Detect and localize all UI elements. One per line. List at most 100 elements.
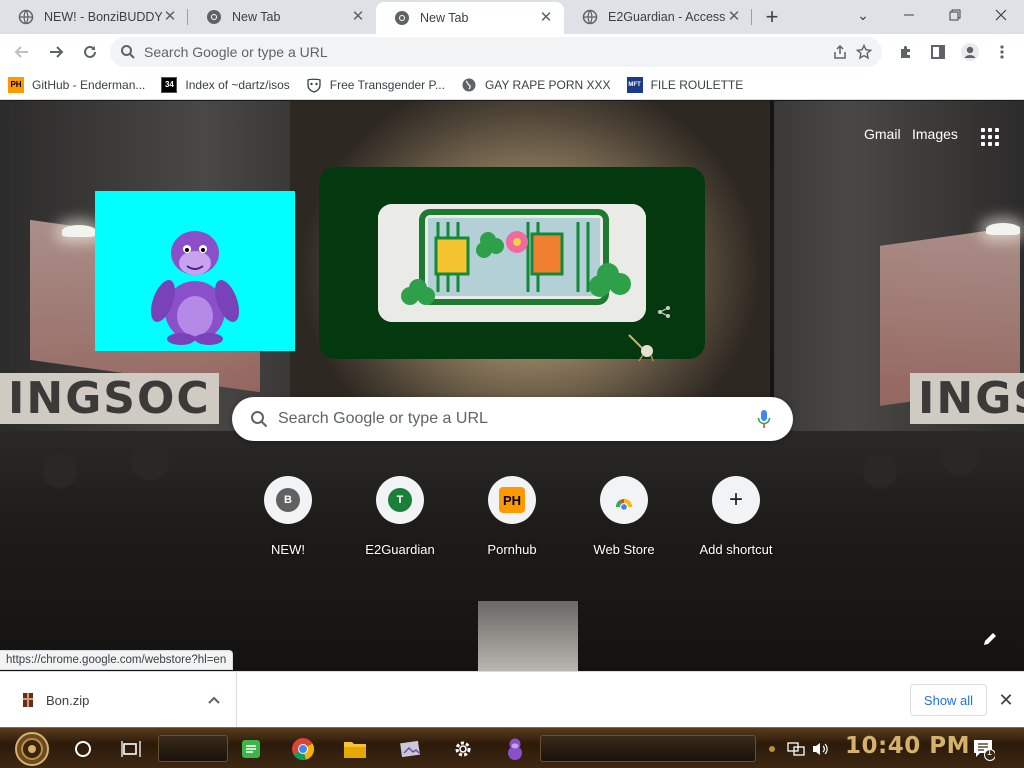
background-aisle bbox=[478, 601, 578, 671]
profile-avatar-icon[interactable] bbox=[954, 36, 986, 68]
tab-close-icon[interactable]: ✕ bbox=[350, 9, 366, 25]
doodle-share-icon[interactable] bbox=[657, 305, 671, 324]
tab-new-tab[interactable]: New Tab ✕ bbox=[188, 0, 376, 34]
reload-button[interactable] bbox=[74, 36, 106, 68]
chevron-up-icon[interactable] bbox=[208, 696, 220, 704]
restore-button[interactable] bbox=[932, 0, 978, 30]
bonzibuddy-icon[interactable] bbox=[498, 732, 532, 766]
bookmark-index-dartz[interactable]: 34 Index of ~dartz/isos bbox=[161, 76, 290, 93]
ingsoc-sign-right: INGS bbox=[910, 373, 1024, 424]
extensions-puzzle-icon[interactable] bbox=[890, 36, 922, 68]
tab-close-icon[interactable]: ✕ bbox=[538, 10, 554, 26]
bookmark-label: Free Transgender P... bbox=[329, 77, 445, 92]
settings-gear-icon[interactable] bbox=[446, 732, 480, 766]
file-explorer-icon[interactable] bbox=[338, 732, 372, 766]
plus-icon: + bbox=[712, 476, 760, 524]
ingsoc-sign-left: INGSOC bbox=[0, 373, 219, 424]
minimize-button[interactable] bbox=[886, 0, 932, 30]
close-window-button[interactable] bbox=[978, 0, 1024, 30]
show-hidden-icons-arrow-icon[interactable] bbox=[762, 732, 782, 766]
download-item[interactable]: Bon.zip bbox=[0, 672, 237, 728]
new-tab-button[interactable]: + bbox=[756, 2, 788, 34]
shortcut-label: Add shortcut bbox=[699, 542, 773, 557]
network-icon[interactable] bbox=[784, 732, 808, 766]
omnibox[interactable]: Search Google or type a URL bbox=[110, 37, 882, 67]
tab-bonzibuddy[interactable]: NEW! - BonziBUDDY! ✕ bbox=[0, 0, 188, 34]
globe-icon bbox=[18, 9, 34, 25]
chrome-icon bbox=[394, 10, 410, 26]
arrow-left-icon bbox=[14, 46, 28, 58]
show-all-button[interactable]: Show all bbox=[910, 684, 987, 716]
background-lamp bbox=[62, 225, 96, 237]
notification-center-icon[interactable]: 1 bbox=[966, 732, 1000, 766]
tab-new-tab-active[interactable]: New Tab ✕ bbox=[376, 2, 564, 34]
google-doodle-image[interactable] bbox=[378, 204, 646, 322]
photo-app-icon[interactable] bbox=[394, 732, 428, 766]
search-circle-icon[interactable] bbox=[66, 732, 100, 766]
customize-pencil-icon[interactable] bbox=[982, 631, 1002, 651]
bookmark-globe-link[interactable]: GAY RAPE PORN XXX bbox=[461, 77, 611, 93]
ntp-search-box[interactable]: Search Google or type a URL bbox=[232, 397, 793, 441]
search-placeholder: Search Google or type a URL bbox=[278, 410, 488, 427]
shortcut-label: Pornhub bbox=[487, 542, 537, 557]
bonzibuddy-image bbox=[95, 191, 295, 351]
browser-toolbar: Search Google or type a URL bbox=[0, 34, 1024, 70]
images-link[interactable]: Images bbox=[912, 126, 958, 142]
shortcut-pornhub[interactable]: PH Pornhub bbox=[456, 476, 568, 557]
ph-icon: PH bbox=[499, 487, 525, 513]
volume-speaker-icon[interactable] bbox=[808, 732, 832, 766]
bookmark-file-roulette[interactable]: MFT FILE ROULETTE bbox=[626, 76, 743, 93]
sparkle-cursor-icon bbox=[627, 333, 657, 368]
taskbar: 10:40 PM 1 bbox=[0, 727, 1024, 768]
google-doodle-card[interactable] bbox=[319, 167, 705, 362]
bookmark-star-icon[interactable] bbox=[856, 44, 872, 60]
bookmark-free-transgender[interactable]: Free Transgender P... bbox=[306, 77, 445, 93]
mask-icon bbox=[306, 77, 322, 93]
shortcut-new[interactable]: B NEW! bbox=[232, 476, 344, 557]
shortcut-initial: B bbox=[276, 488, 300, 512]
kebab-menu-icon[interactable] bbox=[986, 36, 1018, 68]
microphone-icon[interactable] bbox=[757, 409, 771, 429]
share-icon[interactable] bbox=[832, 44, 848, 60]
notification-count-badge: 1 bbox=[987, 747, 993, 757]
shortcut-web-store[interactable]: Web Store bbox=[568, 476, 680, 557]
download-filename: Bon.zip bbox=[46, 692, 90, 708]
tab-e2guardian[interactable]: E2Guardian - Access D ✕ bbox=[564, 0, 752, 34]
tab-close-icon[interactable]: ✕ bbox=[162, 9, 178, 25]
back-button[interactable] bbox=[6, 36, 38, 68]
shortcut-label: NEW! bbox=[271, 542, 305, 557]
background-lamp bbox=[986, 223, 1020, 235]
plus-glyph: + bbox=[728, 486, 743, 513]
file-archive-icon bbox=[22, 692, 34, 708]
tab-title: New Tab bbox=[420, 11, 469, 25]
chrome-icon[interactable] bbox=[286, 732, 320, 766]
search-icon bbox=[250, 410, 268, 428]
chat-app-icon[interactable] bbox=[234, 732, 268, 766]
start-button[interactable] bbox=[12, 730, 52, 768]
tab-search-chevron-icon[interactable]: ⌄ bbox=[840, 0, 886, 30]
task-view-icon[interactable] bbox=[114, 732, 148, 766]
terminal-icon: 34 bbox=[161, 76, 178, 93]
arrow-right-icon bbox=[50, 46, 64, 58]
bookmark-label: GitHub - Enderman... bbox=[32, 77, 146, 92]
shortcut-label: Web Store bbox=[593, 542, 655, 557]
bookmark-github[interactable]: PH GitHub - Enderman... bbox=[8, 76, 146, 93]
taskbar-slot bbox=[158, 735, 228, 762]
download-shelf: Bon.zip Show all ✕ bbox=[0, 671, 1024, 728]
taskbar-slot bbox=[540, 735, 756, 762]
shortcut-e2guardian[interactable]: T E2Guardian bbox=[344, 476, 456, 557]
forward-button[interactable] bbox=[40, 36, 72, 68]
tab-close-icon[interactable]: ✕ bbox=[726, 9, 742, 25]
side-panel-icon[interactable] bbox=[922, 36, 954, 68]
gmail-link[interactable]: Gmail bbox=[864, 126, 901, 142]
bookmark-label: GAY RAPE PORN XXX bbox=[484, 77, 611, 92]
ph-icon: PH bbox=[8, 76, 24, 93]
google-apps-grid-icon[interactable] bbox=[978, 125, 1002, 149]
taskbar-clock[interactable]: 10:40 PM bbox=[845, 733, 970, 759]
close-shelf-icon[interactable]: ✕ bbox=[996, 690, 1016, 710]
bookmark-label: Index of ~dartz/isos bbox=[185, 77, 290, 92]
tab-title: NEW! - BonziBUDDY! bbox=[44, 10, 162, 24]
shortcut-add[interactable]: + Add shortcut bbox=[680, 476, 792, 557]
reload-icon bbox=[84, 45, 96, 58]
tab-separator bbox=[751, 9, 752, 25]
